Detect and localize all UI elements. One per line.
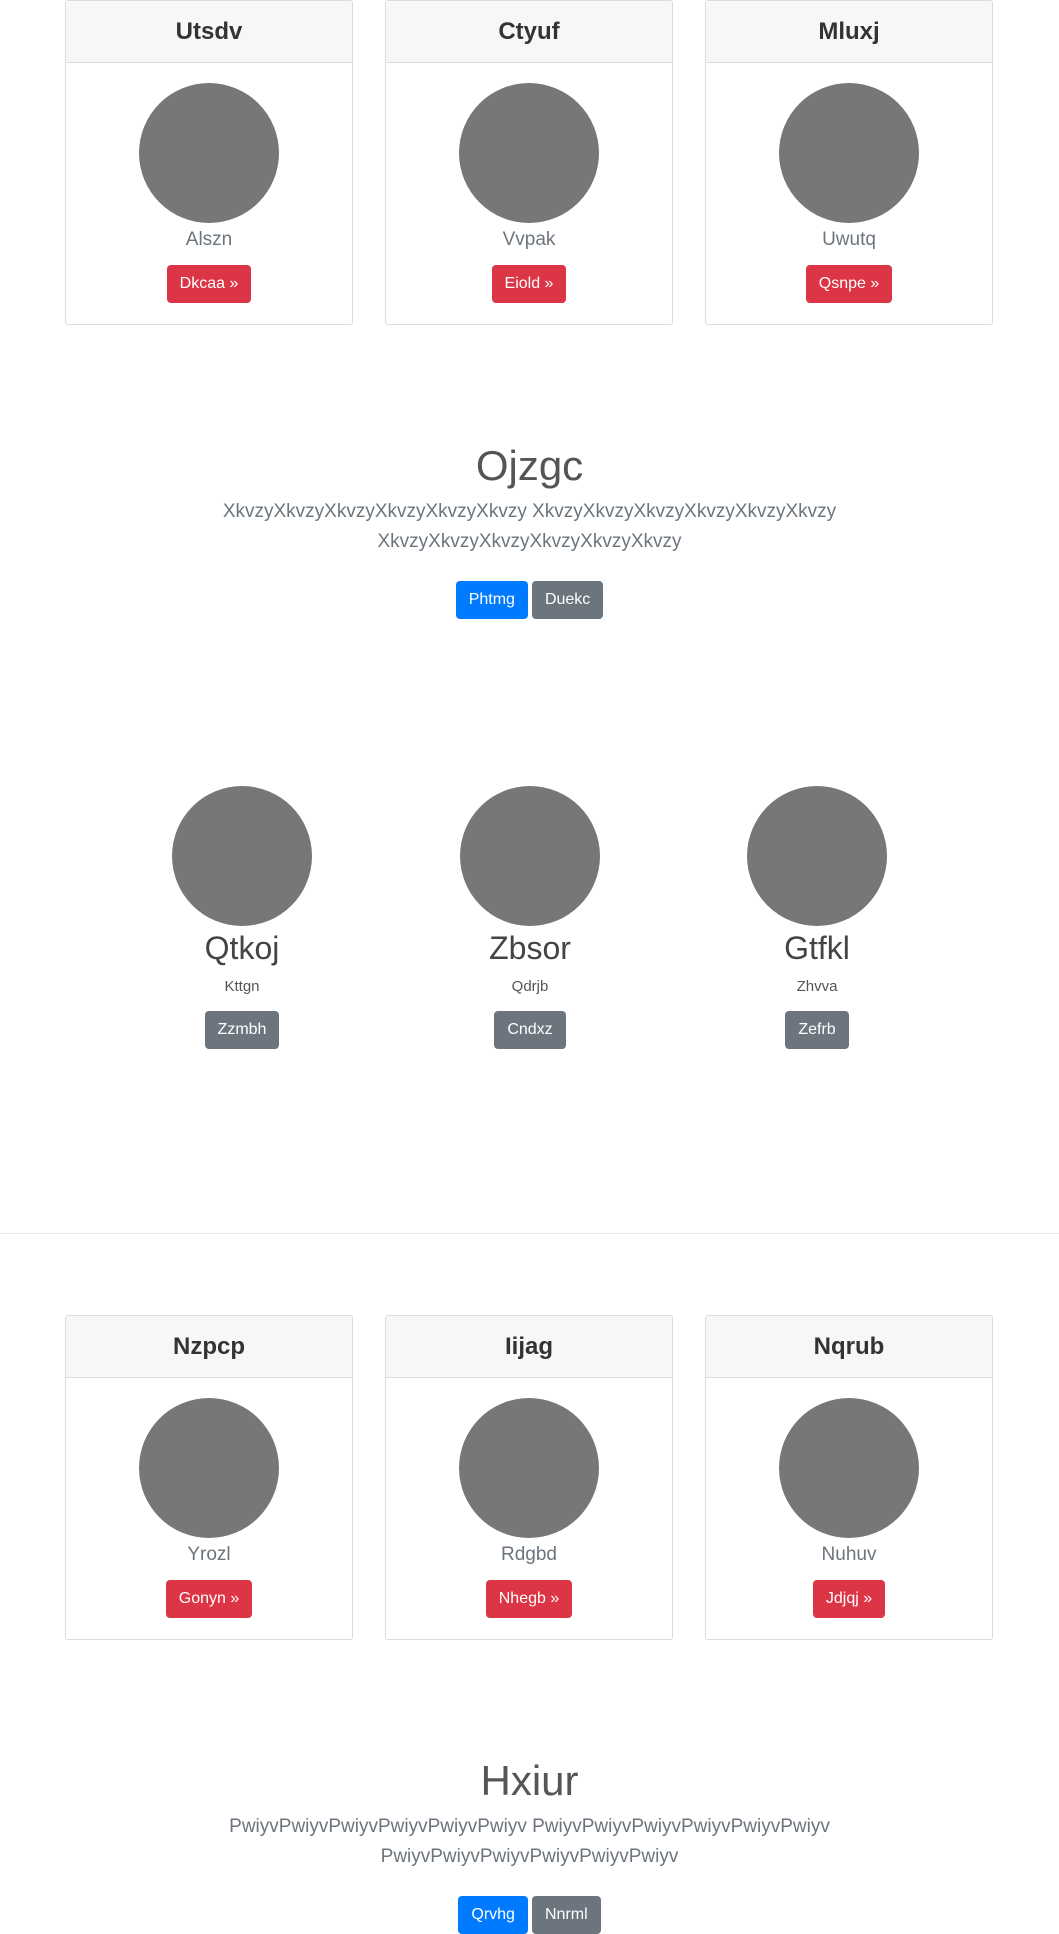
feature-title: Gtfkl bbox=[784, 930, 850, 966]
card-nqrub: Nqrub Nuhuv Jdjqj » bbox=[705, 1315, 993, 1640]
card-title: Nqrub bbox=[706, 1316, 992, 1378]
card-title: Iijag bbox=[386, 1316, 672, 1378]
hero-secondary-button[interactable]: Nnrml bbox=[531, 1896, 601, 1934]
hero-primary-button[interactable]: Qrvhg bbox=[458, 1896, 528, 1934]
hero-title: Hxiur bbox=[480, 1757, 579, 1804]
feature-gtfkl: Gtfkl Zhvva Zefrb bbox=[697, 786, 937, 1049]
avatar-placeholder bbox=[139, 1398, 279, 1538]
feature-title: Zbsor bbox=[489, 930, 571, 966]
card-subtitle: Rdgbd bbox=[501, 1544, 557, 1565]
avatar-placeholder bbox=[459, 1398, 599, 1538]
feature-subtitle: Kttgn bbox=[224, 978, 260, 995]
card-action-button[interactable]: Eiold » bbox=[491, 265, 567, 303]
card-action-button[interactable]: Nhegb » bbox=[485, 1580, 573, 1618]
hero-section-1: Ojzgc XkvzyXkvzyXkvzyXkvzyXkvzyXkvzy Xkv… bbox=[0, 441, 1059, 619]
card-action-button[interactable]: Jdjqj » bbox=[812, 1580, 886, 1618]
card-title: Nzpcp bbox=[66, 1316, 352, 1378]
card-subtitle: Yrozl bbox=[187, 1544, 231, 1565]
hero-lead: XkvzyXkvzyXkvzyXkvzyXkvzyXkvzy XkvzyXkvz… bbox=[222, 501, 837, 552]
hero-section-2: Hxiur PwiyvPwiyvPwiyvPwiyvPwiyvPwiyv Pwi… bbox=[0, 1756, 1059, 1934]
card-subtitle: Nuhuv bbox=[821, 1544, 877, 1565]
card-ctyuf: Ctyuf Vvpak Eiold » bbox=[385, 0, 673, 325]
avatar-placeholder bbox=[779, 1398, 919, 1538]
card-mluxj: Mluxj Uwutq Qsnpe » bbox=[705, 0, 993, 325]
card-action-button[interactable]: Gonyn » bbox=[165, 1580, 253, 1618]
feature-qtkoj: Qtkoj Kttgn Zzmbh bbox=[122, 786, 362, 1049]
feature-title: Qtkoj bbox=[204, 930, 280, 966]
feature-subtitle: Qdrjb bbox=[511, 978, 549, 995]
card-title: Ctyuf bbox=[386, 1, 672, 63]
section-divider bbox=[0, 1233, 1059, 1234]
card-subtitle: Alszn bbox=[185, 229, 233, 250]
avatar-placeholder bbox=[139, 83, 279, 223]
card-subtitle: Uwutq bbox=[822, 229, 876, 250]
card-utsdv: Utsdv Alszn Dkcaa » bbox=[65, 0, 353, 325]
card-subtitle: Vvpak bbox=[502, 229, 556, 250]
card-title: Mluxj bbox=[706, 1, 992, 63]
feature-image-placeholder bbox=[747, 786, 887, 926]
feature-image-placeholder bbox=[172, 786, 312, 926]
feature-zbsor: Zbsor Qdrjb Cndxz bbox=[410, 786, 650, 1049]
avatar-placeholder bbox=[459, 83, 599, 223]
hero-buttons: Phtmg Duekc bbox=[0, 581, 1059, 619]
hero-title: Ojzgc bbox=[475, 442, 584, 489]
card-action-button[interactable]: Dkcaa » bbox=[166, 265, 252, 303]
avatar-placeholder bbox=[779, 83, 919, 223]
card-nzpcp: Nzpcp Yrozl Gonyn » bbox=[65, 1315, 353, 1640]
card-title: Utsdv bbox=[66, 1, 352, 63]
feature-image-placeholder bbox=[460, 786, 600, 926]
feature-button[interactable]: Zzmbh bbox=[204, 1011, 280, 1049]
hero-secondary-button[interactable]: Duekc bbox=[531, 581, 604, 619]
card-iijag: Iijag Rdgbd Nhegb » bbox=[385, 1315, 673, 1640]
feature-subtitle: Zhvva bbox=[796, 978, 838, 995]
hero-lead: PwiyvPwiyvPwiyvPwiyvPwiyvPwiyv PwiyvPwiy… bbox=[229, 1816, 830, 1867]
hero-primary-button[interactable]: Phtmg bbox=[455, 581, 528, 619]
feature-button[interactable]: Cndxz bbox=[494, 1011, 566, 1049]
feature-button[interactable]: Zefrb bbox=[785, 1011, 849, 1049]
card-action-button[interactable]: Qsnpe » bbox=[805, 265, 893, 303]
hero-buttons: Qrvhg Nnrml bbox=[0, 1896, 1059, 1934]
